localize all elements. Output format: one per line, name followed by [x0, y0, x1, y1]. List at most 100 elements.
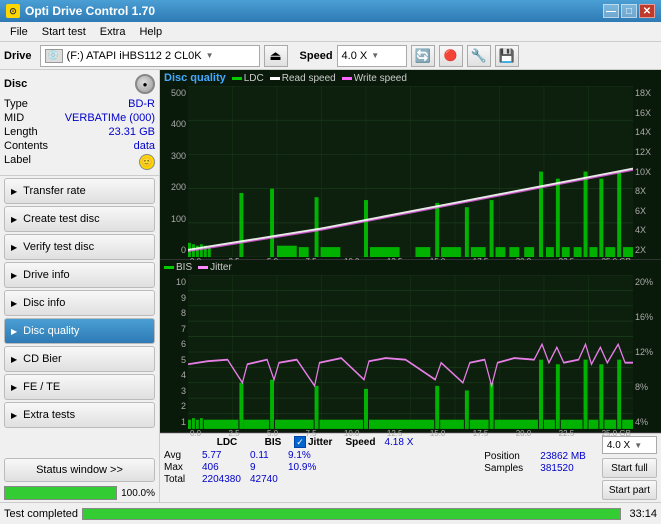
chart2-y-axis-right: 20%16%12%8%4% — [633, 275, 661, 429]
speed-selector-bottom[interactable]: 4.0 X ▼ — [602, 436, 657, 454]
chart1-body: 5004003002001000 — [160, 86, 661, 257]
ldc-legend-label: LDC — [244, 73, 264, 84]
menu-extra[interactable]: Extra — [94, 24, 132, 40]
sidebar-label-extra-tests: Extra tests — [23, 409, 75, 421]
label-label: Label — [4, 154, 31, 170]
arrow-icon: ▶ — [11, 411, 17, 420]
sidebar-item-create-test-disc[interactable]: ▶ Create test disc — [4, 206, 155, 232]
sidebar-item-disc-quality[interactable]: ▶ Disc quality — [4, 318, 155, 344]
bottom-stats-panel: LDC BIS ✓ Jitter Speed 4.18 X Avg 5.77 — [160, 433, 661, 502]
status-progress-bar — [82, 508, 621, 520]
write-speed-legend-color — [342, 77, 352, 80]
sidebar-label-disc-info: Disc info — [23, 297, 65, 309]
speed-val1: 4.18 X — [384, 437, 413, 448]
minimize-button[interactable]: — — [603, 4, 619, 18]
arrow-icon: ▶ — [11, 355, 17, 364]
chart2-x-axis: 0.02.55.07.510.012.515.017.520.022.525.0… — [160, 429, 661, 438]
sidebar-label-disc-quality: Disc quality — [23, 325, 79, 337]
arrow-icon: ▶ — [11, 187, 17, 196]
bis-header: BIS — [256, 437, 290, 448]
length-value: 23.31 GB — [109, 126, 155, 138]
sidebar-item-extra-tests[interactable]: ▶ Extra tests — [4, 402, 155, 428]
sidebar-item-fe-te[interactable]: ▶ FE / TE — [4, 374, 155, 400]
speed-selector[interactable]: 4.0 X ▼ — [337, 45, 407, 67]
arrow-icon: ▶ — [11, 243, 17, 252]
jitter-legend-color — [198, 266, 208, 269]
chart2-svg — [188, 275, 633, 429]
arrow-icon: ▶ — [11, 383, 17, 392]
bottom-stats: LDC BIS ✓ Jitter Speed 4.18 X Avg 5.77 — [160, 434, 661, 502]
jitter-legend-label: Jitter — [210, 262, 232, 273]
bis-legend-color — [164, 266, 174, 269]
samples-value: 381520 — [540, 463, 573, 474]
sidebar-item-verify-test-disc[interactable]: ▶ Verify test disc — [4, 234, 155, 260]
refresh-button[interactable]: 🔄 — [411, 45, 435, 67]
sidebar-label-drive-info: Drive info — [23, 269, 69, 281]
samples-label: Samples — [484, 463, 536, 474]
charts-area: Disc quality LDC Read speed Write spe — [160, 70, 661, 433]
mid-label: MID — [4, 112, 24, 124]
chart1-panel: Disc quality LDC Read speed Write spe — [160, 70, 661, 260]
chart1-title: Disc quality — [164, 72, 226, 84]
status-progress-fill — [83, 509, 620, 519]
sidebar-item-drive-info[interactable]: ▶ Drive info — [4, 262, 155, 288]
speed-value: 4.0 X — [342, 50, 368, 62]
chart2-header: BIS Jitter — [160, 260, 661, 275]
speed-val2: 4.0 X — [607, 440, 630, 451]
maximize-button[interactable]: □ — [621, 4, 637, 18]
chart1-svg-area — [188, 86, 633, 257]
length-label: Length — [4, 126, 38, 138]
status-time: 33:14 — [629, 508, 657, 520]
sidebar-label-transfer-rate: Transfer rate — [23, 185, 86, 197]
speed-header: Speed — [342, 437, 378, 448]
chart2-body: 10987654321 — [160, 275, 661, 429]
speed-label: Speed — [300, 50, 333, 62]
stats-section-position: Position 23862 MB Samples 381520 — [484, 436, 586, 500]
avg-label: Avg — [164, 450, 198, 461]
chart1-y-axis-left: 5004003002001000 — [160, 86, 188, 257]
menu-file[interactable]: File — [4, 24, 34, 40]
total-ldc: 2204380 — [202, 474, 246, 485]
burn-button[interactable]: 🔴 — [439, 45, 463, 67]
stats-section-main: LDC BIS ✓ Jitter Speed 4.18 X Avg 5.77 — [164, 436, 468, 500]
max-ldc: 406 — [202, 462, 246, 473]
drive-selector[interactable]: 💿 (F:) ATAPI iHBS112 2 CL0K ▼ — [40, 45, 260, 67]
disc-title: Disc — [4, 78, 27, 90]
eject-button[interactable]: ⏏ — [264, 45, 288, 67]
start-part-button[interactable]: Start part — [602, 480, 657, 500]
sidebar-item-disc-info[interactable]: ▶ Disc info — [4, 290, 155, 316]
write-speed-legend-label: Write speed — [354, 73, 407, 84]
status-bar: Test completed 33:14 — [0, 502, 661, 524]
contents-label: Contents — [4, 140, 48, 152]
drive-icon: 💿 — [45, 49, 63, 63]
max-jitter: 10.9% — [288, 462, 318, 473]
tools-button[interactable]: 🔧 — [467, 45, 491, 67]
content-area: Disc quality LDC Read speed Write spe — [160, 70, 661, 502]
close-button[interactable]: ✕ — [639, 4, 655, 18]
menu-start-test[interactable]: Start test — [36, 24, 92, 40]
sidebar-item-transfer-rate[interactable]: ▶ Transfer rate — [4, 178, 155, 204]
menubar: File Start test Extra Help — [0, 22, 661, 42]
drivebar: Drive 💿 (F:) ATAPI iHBS112 2 CL0K ▼ ⏏ Sp… — [0, 42, 661, 70]
titlebar: ⊙ Opti Drive Control 1.70 — □ ✕ — [0, 0, 661, 22]
ldc-legend-color — [232, 77, 242, 80]
sidebar-item-cd-bier[interactable]: ▶ CD Bier — [4, 346, 155, 372]
chart1-svg — [188, 86, 633, 257]
arrow-icon: ▶ — [11, 299, 17, 308]
drive-value: (F:) ATAPI iHBS112 2 CL0K — [67, 50, 202, 62]
save-button[interactable]: 💾 — [495, 45, 519, 67]
menu-help[interactable]: Help — [133, 24, 168, 40]
arrow-icon: ▶ — [11, 271, 17, 280]
status-window-button[interactable]: Status window >> — [4, 458, 155, 482]
label-smiley-icon: 🙂 — [139, 154, 155, 170]
speed-chevron-icon2: ▼ — [634, 441, 642, 450]
chart2-legend: BIS Jitter — [164, 262, 232, 273]
sidebar-label-create-test-disc: Create test disc — [23, 213, 99, 225]
progress-bar — [4, 486, 117, 500]
start-full-button[interactable]: Start full — [602, 458, 657, 478]
position-value: 23862 MB — [540, 451, 586, 462]
status-text: Test completed — [4, 508, 78, 520]
main-area: Disc ● Type BD-R MID VERBATIMe (000) Len… — [0, 70, 661, 502]
chart1-y-axis-right: 18X16X14X12X10X8X6X4X2X — [633, 86, 661, 257]
drive-chevron-icon: ▼ — [206, 51, 214, 60]
